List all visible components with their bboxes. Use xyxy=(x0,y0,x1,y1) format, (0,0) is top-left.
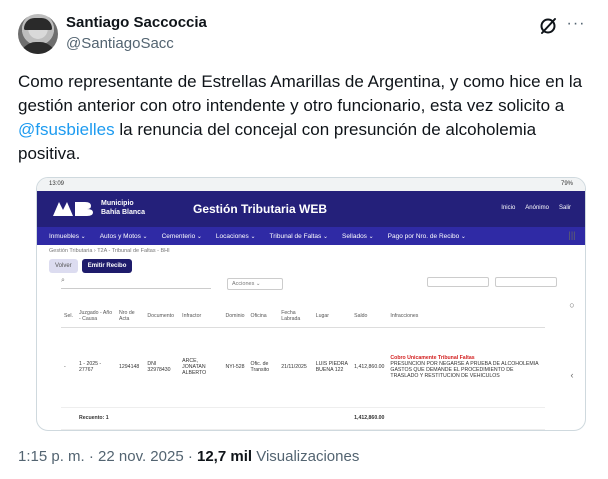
col-infractor: Infractor xyxy=(179,305,223,328)
col-fecha: Fecha Labrada xyxy=(278,305,313,328)
cell-fecha: 21/11/2025 xyxy=(278,327,313,408)
municipio-logo-icon xyxy=(53,202,93,216)
cell-infractor: ARCE, JONATAN ALBERTO xyxy=(179,327,223,408)
brand-text: Municipio Bahía Blanca xyxy=(101,199,145,217)
app-actions: Inicio Anónimo Salir xyxy=(501,205,571,211)
tweet-text: Como representante de Estrellas Amarilla… xyxy=(18,70,588,166)
nav-inmuebles: Inmuebles xyxy=(49,233,86,240)
cell-infracciones: Cobro Unicamente Tribunal Faltas PRESUNC… xyxy=(387,327,545,408)
more-options-icon[interactable]: ··· xyxy=(566,14,586,34)
nav-tribunal: Tribunal de Faltas xyxy=(270,233,329,240)
app-title: Gestión Tributaria WEB xyxy=(193,202,328,216)
col-documento: Documento xyxy=(144,305,180,328)
grok-icon[interactable] xyxy=(538,16,558,36)
tweet-meta: 1:15 p. m. · 22 nov. 2025 · 12,7 mil Vis… xyxy=(18,448,359,465)
cell-sel: - xyxy=(61,327,76,408)
action-anonimo: Anónimo xyxy=(525,205,549,211)
total-empty xyxy=(247,407,279,430)
author-handle[interactable]: @SantiagoSacc xyxy=(66,35,174,52)
col-oficina: Oficina xyxy=(247,305,279,328)
avatar[interactable] xyxy=(18,14,58,54)
views-count: 12,7 mil xyxy=(197,448,253,465)
table-toolbar: ⌕ Acciones ⌄ xyxy=(55,275,567,293)
nav-locaciones: Locaciones xyxy=(216,233,256,240)
status-time: 13:09 xyxy=(49,181,65,187)
table-row: - 1 - 2025 - 27767 1294148 DNI 32978430 … xyxy=(61,327,545,408)
cell-dominio: NYI-528 xyxy=(222,327,248,408)
cell-acta: 1294148 xyxy=(116,327,145,408)
attached-image[interactable]: 13:09 79% Municipio Bahía Blanca Gestión… xyxy=(36,177,586,431)
total-empty xyxy=(222,407,248,430)
action-inicio: Inicio xyxy=(501,205,516,211)
col-lugar: Lugar xyxy=(312,305,352,328)
author-name[interactable]: Santiago Saccoccia xyxy=(66,14,207,31)
table-total-row: Recuento: 1 1,412,860.00 xyxy=(61,407,545,430)
toolbar-button-2 xyxy=(495,277,557,287)
tab-volver: Volver xyxy=(49,259,78,273)
acciones-dropdown: Acciones ⌄ xyxy=(227,278,283,290)
cell-lugar: LUIS PIEDRA BUENA 122 xyxy=(312,327,352,408)
brand-line2: Bahía Blanca xyxy=(101,209,145,216)
total-empty xyxy=(61,407,76,430)
toolbar-button-1 xyxy=(427,277,489,287)
col-infracciones: Infracciones xyxy=(387,305,545,328)
cell-oficina: Ofic. de Transito xyxy=(247,327,279,408)
status-battery: 79% xyxy=(560,181,573,187)
app-header: Municipio Bahía Blanca Gestión Tributari… xyxy=(37,191,585,227)
app-nav: Inmuebles Autos y Motos Cementerio Locac… xyxy=(37,227,585,245)
acciones-label: Acciones xyxy=(232,281,255,287)
total-label: Recuento: 1 xyxy=(75,407,117,430)
col-saldo: Saldo xyxy=(351,305,388,328)
total-empty xyxy=(144,407,180,430)
col-causa: Juzgado - Año - Causa xyxy=(75,305,117,328)
mention-link[interactable]: @fsusbielles xyxy=(18,120,115,139)
total-empty xyxy=(387,407,545,430)
col-sel: Sel. xyxy=(61,305,76,328)
app-breadcrumb: Gestión Tributaria › T2A - Tribunal de F… xyxy=(49,248,170,254)
tweet-text-part1: Como representante de Estrellas Amarilla… xyxy=(18,72,583,115)
action-salir: Salir xyxy=(558,205,571,211)
infraccion-text: PRESUNCION POR NEGARSE A PRUEBA DE ALCOH… xyxy=(390,361,539,379)
total-saldo: 1,412,860.00 xyxy=(351,407,388,430)
phone-status-bar: 13:09 79% xyxy=(37,178,585,191)
tab-emitir-recibo: Emitir Recibo xyxy=(81,259,133,273)
back-chevron-icon: ‹ xyxy=(570,370,574,380)
home-circle-icon: ○ xyxy=(569,300,575,310)
nav-pago: Pago por Nro. de Recibo xyxy=(388,233,466,240)
total-empty xyxy=(116,407,145,430)
nav-autos: Autos y Motos xyxy=(100,233,148,240)
avatar-shirt xyxy=(20,42,56,54)
nav-cementerio: Cementerio xyxy=(162,233,202,240)
app-tabs: Volver Emitir Recibo xyxy=(37,257,585,275)
brand-line1: Municipio xyxy=(101,200,134,207)
nav-sellados: Sellados xyxy=(342,233,374,240)
table-header-row: Sel. Juzgado - Año - Causa Nro de Acta D… xyxy=(61,305,545,328)
total-empty xyxy=(179,407,223,430)
total-empty xyxy=(278,407,313,430)
phone-side-controls: ||| ○ ‹ xyxy=(565,230,579,430)
cell-causa: 1 - 2025 - 27767 xyxy=(75,327,117,408)
cell-saldo: 1,412,860.00 xyxy=(351,327,388,408)
col-dominio: Dominio xyxy=(222,305,248,328)
avatar-cap xyxy=(24,18,52,30)
search-icon: ⌕ xyxy=(61,277,211,289)
menu-lines-icon: ||| xyxy=(568,230,576,240)
col-acta: Nro de Acta xyxy=(116,305,145,328)
cell-documento: DNI 32978430 xyxy=(144,327,180,408)
timestamp[interactable]: 1:15 p. m. · 22 nov. 2025 · xyxy=(18,448,197,465)
total-empty xyxy=(312,407,352,430)
infractions-table: Sel. Juzgado - Año - Causa Nro de Acta D… xyxy=(61,305,545,430)
views-label: Visualizaciones xyxy=(252,448,360,465)
